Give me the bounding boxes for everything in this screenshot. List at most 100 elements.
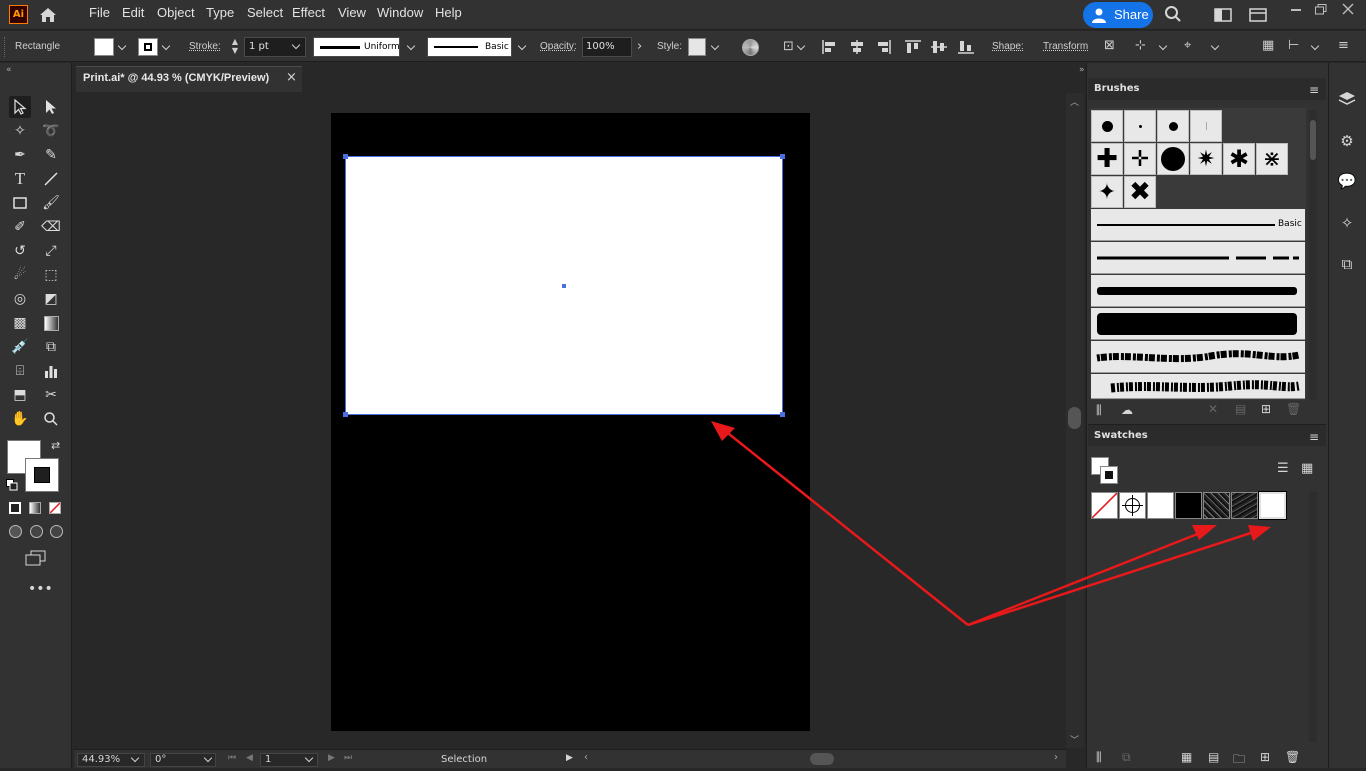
- gradient-tool-icon[interactable]: [40, 312, 62, 334]
- snap-icon[interactable]: ⊹: [1135, 39, 1146, 52]
- vertical-scrollbar[interactable]: ︿ ﹀: [1066, 93, 1084, 748]
- draw-normal-icon[interactable]: [9, 525, 22, 538]
- arrange-icon[interactable]: ▦: [1262, 39, 1274, 52]
- panel-toggle-chevron[interactable]: [1310, 41, 1320, 51]
- profile-dropdown-chevron[interactable]: [406, 41, 416, 51]
- swatch-registration[interactable]: [1119, 492, 1146, 519]
- swatch-options-icon[interactable]: ▤: [1208, 750, 1219, 764]
- brush-libraries-menu-icon[interactable]: ⫼: [1096, 403, 1102, 418]
- fill-dropdown-chevron[interactable]: [117, 41, 127, 51]
- scroll-right-icon[interactable]: ›: [1054, 752, 1058, 763]
- stroke-weight-field[interactable]: 1 pt: [244, 37, 306, 57]
- stroke-color-swatch[interactable]: [138, 38, 158, 56]
- swatches-panel-menu-icon[interactable]: ≡: [1309, 430, 1319, 444]
- bounding-box-icon[interactable]: ⊠: [1104, 39, 1115, 52]
- brush-dashed[interactable]: [1091, 242, 1305, 274]
- style-dropdown-chevron[interactable]: [710, 41, 720, 51]
- stroke-color-box[interactable]: [25, 458, 59, 492]
- magic-wand-panel-icon[interactable]: ✧: [1338, 214, 1356, 232]
- selection-handle[interactable]: [343, 154, 348, 159]
- pen-tool-icon[interactable]: ✒: [9, 144, 31, 166]
- brush-scatter-x[interactable]: ✖: [1124, 176, 1156, 208]
- control-menu-icon[interactable]: ≡: [1338, 39, 1349, 52]
- default-fill-stroke-icon[interactable]: [6, 479, 18, 491]
- mesh-tool-icon[interactable]: ▩: [9, 312, 31, 334]
- brushes-scrollbar[interactable]: [1309, 110, 1317, 400]
- swatches-panel-title[interactable]: Swatches: [1094, 430, 1148, 441]
- menu-window[interactable]: Window: [377, 5, 423, 20]
- hand-tool-icon[interactable]: ✋: [9, 408, 31, 430]
- brush-charcoal-1[interactable]: [1091, 275, 1305, 307]
- restore-icon[interactable]: [1315, 4, 1327, 15]
- horizontal-scroll-thumb[interactable]: [810, 753, 834, 765]
- menu-view[interactable]: View: [338, 5, 366, 20]
- document-tab[interactable]: Print.ai* @ 44.93 % (CMYK/Preview) ×: [76, 66, 302, 92]
- align-top-icon[interactable]: [905, 40, 921, 54]
- variable-width-profile-select[interactable]: Uniform: [313, 37, 400, 57]
- menu-type[interactable]: Type: [206, 5, 234, 20]
- swatch-white[interactable]: [1147, 492, 1174, 519]
- chevron-right-icon[interactable]: ›: [637, 40, 642, 53]
- brush-calligraphic-4[interactable]: [1190, 110, 1222, 142]
- thumbnail-view-icon[interactable]: ▦: [1301, 461, 1313, 476]
- swap-fill-stroke-icon[interactable]: ⇄: [51, 439, 60, 452]
- eyedropper-tool-icon[interactable]: 💉: [9, 336, 31, 358]
- show-swatch-kinds-icon[interactable]: ▦: [1181, 750, 1192, 764]
- first-artboard-icon[interactable]: ⏮: [228, 753, 236, 763]
- align-to-chevron[interactable]: [796, 41, 806, 51]
- selection-handle[interactable]: [780, 154, 785, 159]
- brushes-panel-title[interactable]: Brushes: [1094, 83, 1139, 94]
- scroll-left-icon[interactable]: ‹: [584, 752, 588, 763]
- direct-selection-tool-icon[interactable]: [40, 96, 62, 118]
- swatches-stroke-box[interactable]: [1100, 466, 1118, 484]
- graphic-style-swatch[interactable]: [688, 38, 706, 56]
- arrange-documents-icon[interactable]: [1214, 7, 1232, 23]
- stroke-stepper-icon[interactable]: ▲ ▼: [229, 37, 241, 57]
- magic-wand-tool-icon[interactable]: ✧: [9, 120, 31, 142]
- properties-icon[interactable]: ⚙: [1338, 132, 1356, 150]
- search-icon[interactable]: [1164, 5, 1182, 23]
- brush-scatter-starburst[interactable]: ✷: [1190, 143, 1222, 175]
- brush-dry-ink[interactable]: [1091, 374, 1305, 399]
- edit-toolbar-icon[interactable]: •••: [28, 581, 53, 597]
- align-center-icon[interactable]: [849, 40, 865, 54]
- scroll-thumb[interactable]: [1068, 407, 1081, 429]
- isolate-icon[interactable]: ⌖: [1184, 39, 1191, 52]
- swatch-none[interactable]: [1091, 492, 1118, 519]
- eraser-tool-icon[interactable]: ⌫: [40, 216, 62, 238]
- zoom-tool-icon[interactable]: [40, 408, 62, 430]
- brush-chalk[interactable]: [1091, 341, 1305, 373]
- expand-panels-icon[interactable]: »: [1079, 65, 1085, 75]
- scroll-down-icon[interactable]: ﹀: [1070, 733, 1079, 746]
- color-mode-icon[interactable]: [9, 502, 21, 514]
- column-graph-tool-icon[interactable]: [40, 360, 62, 382]
- brush-calligraphic-3[interactable]: [1157, 110, 1189, 142]
- shape-label[interactable]: Shape:: [992, 41, 1024, 52]
- brush-basic[interactable]: Basic: [1091, 209, 1305, 241]
- brush-scatter-plus-thin[interactable]: ✛: [1124, 143, 1156, 175]
- brush-scatter-asterisk[interactable]: ✱: [1223, 143, 1255, 175]
- free-transform-tool-icon[interactable]: ⬚: [40, 264, 62, 286]
- selection-tool-icon[interactable]: [9, 96, 31, 118]
- last-artboard-icon[interactable]: ⏭: [344, 753, 352, 763]
- brushes-panel-menu-icon[interactable]: ≡: [1309, 83, 1319, 97]
- brush-scatter-star[interactable]: ✦: [1091, 176, 1123, 208]
- opacity-field[interactable]: 100%: [582, 37, 632, 57]
- brush-calligraphic-1[interactable]: [1091, 110, 1123, 142]
- line-tool-icon[interactable]: [40, 168, 62, 190]
- brush-calligraphic-2[interactable]: [1124, 110, 1156, 142]
- lasso-tool-icon[interactable]: ➰: [40, 120, 62, 142]
- align-to-icon[interactable]: ⊡: [783, 40, 794, 53]
- blend-tool-icon[interactable]: ⧉: [40, 336, 62, 358]
- align-bottom-icon[interactable]: [958, 40, 974, 54]
- selection-handle[interactable]: [780, 412, 785, 417]
- brush-definition-select[interactable]: Basic: [427, 37, 512, 57]
- menu-effect[interactable]: Effect: [292, 5, 325, 20]
- grip-handle[interactable]: [4, 37, 6, 57]
- warp-tool-icon[interactable]: ☄: [9, 264, 31, 286]
- new-brush-icon[interactable]: ⊞: [1261, 402, 1271, 416]
- swatch-black[interactable]: [1175, 492, 1202, 519]
- align-middle-icon[interactable]: [931, 40, 947, 54]
- none-mode-icon[interactable]: [49, 502, 61, 514]
- slice-tool-icon[interactable]: ✂: [40, 384, 62, 406]
